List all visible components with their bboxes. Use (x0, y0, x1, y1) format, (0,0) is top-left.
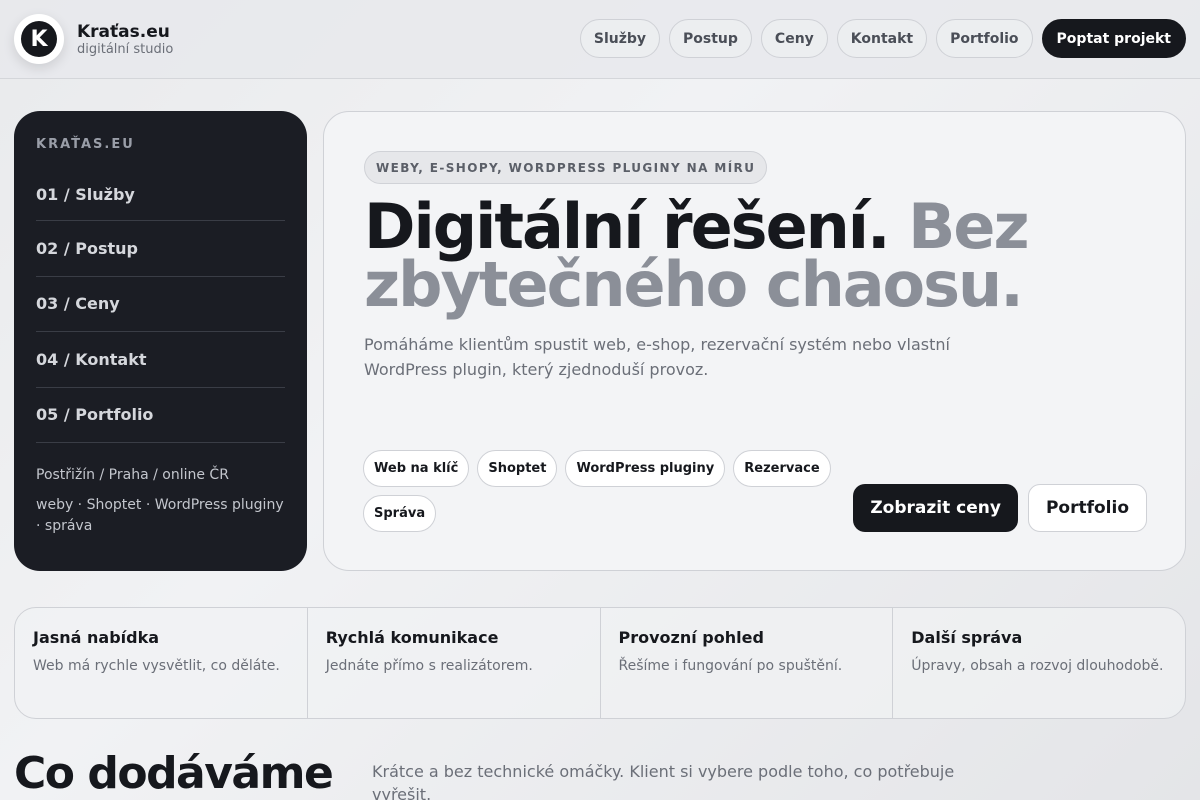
nav-ceny[interactable]: Ceny (760, 19, 828, 58)
zobrazit-ceny-button[interactable]: Zobrazit ceny (853, 484, 1018, 532)
nav-sluzby[interactable]: Služby (579, 19, 661, 58)
brand-tagline: digitální studio (77, 42, 174, 57)
main-nav: Služby Postup Ceny Kontakt Portfolio Pop… (579, 19, 1186, 58)
tag-rezervace[interactable]: Rezervace (733, 450, 831, 487)
feature-desc: Jednáte přímo s realizátorem. (325, 658, 533, 674)
hero-eyebrow: WEBY, E-SHOPY, WORDPRESS PLUGINY NA MÍRU (364, 151, 768, 184)
service-tags: Web na klíč Shoptet WordPress pluginy Re… (363, 450, 843, 532)
sidebar-item-ceny[interactable]: 03 / Ceny (36, 277, 285, 332)
feature-title: Provozní pohled (618, 628, 764, 647)
hero-actions: Zobrazit ceny Portfolio (853, 484, 1147, 532)
tag-wordpress-pluginy[interactable]: WordPress pluginy (565, 450, 726, 487)
nav-portfolio[interactable]: Portfolio (936, 19, 1033, 58)
section-title: Co dodáváme (14, 748, 334, 799)
sidebar-title: KRAŤAS.EU (36, 137, 135, 152)
nav-postup[interactable]: Postup (669, 19, 752, 58)
feature-card: Jasná nabídka Web má rychle vysvětlit, c… (15, 608, 308, 718)
sidebar-menu: 01 / Služby 02 / Postup 03 / Ceny 04 / K… (36, 175, 285, 443)
sidebar-location: Postřižín / Praha / online ČR (36, 467, 229, 483)
feature-desc: Úpravy, obsah a rozvoj dlouhodobě. (911, 658, 1164, 674)
nav-kontakt[interactable]: Kontakt (836, 19, 928, 58)
feature-card: Další správa Úpravy, obsah a rozvoj dlou… (893, 608, 1185, 718)
sidebar: KRAŤAS.EU 01 / Služby 02 / Postup 03 / C… (14, 111, 307, 571)
logo-mark: K (21, 21, 57, 57)
hero-card: WEBY, E-SHOPY, WORDPRESS PLUGINY NA MÍRU… (323, 111, 1186, 571)
logo[interactable]: K (14, 14, 64, 64)
tag-web-na-klic[interactable]: Web na klíč (363, 450, 470, 487)
brand[interactable]: Kraťas.eu digitální studio (77, 22, 173, 57)
site-header: K Kraťas.eu digitální studio Služby Post… (0, 0, 1200, 79)
sidebar-item-portfolio[interactable]: 05 / Portfolio (36, 388, 285, 443)
features-row: Jasná nabídka Web má rychle vysvětlit, c… (14, 607, 1186, 719)
feature-card: Provozní pohled Řešíme i fungování po sp… (601, 608, 894, 718)
brand-name: Kraťas.eu (77, 22, 170, 42)
feature-card: Rychlá komunikace Jednáte přímo s realiz… (308, 608, 601, 718)
feature-title: Jasná nabídka (33, 628, 160, 647)
sidebar-item-postup[interactable]: 02 / Postup (36, 221, 285, 277)
poptat-projekt-button[interactable]: Poptat projekt (1041, 19, 1186, 58)
feature-title: Další správa (911, 628, 1023, 647)
feature-desc: Web má rychle vysvětlit, co děláte. (33, 658, 280, 674)
hero-headline: Digitální řešení. Bez zbytečného chaosu. (364, 196, 1124, 316)
sidebar-item-kontakt[interactable]: 04 / Kontakt (36, 332, 285, 388)
section-lead: Krátce a bez technické omáčky. Klient si… (372, 762, 955, 800)
tag-sprava[interactable]: Správa (363, 495, 437, 532)
hero-lead: Pomáháme klientům spustit web, e-shop, r… (364, 335, 950, 379)
sidebar-item-sluzby[interactable]: 01 / Služby (36, 175, 285, 221)
feature-title: Rychlá komunikace (325, 628, 499, 647)
feature-desc: Řešíme i fungování po spuštění. (618, 658, 843, 674)
tag-shoptet[interactable]: Shoptet (477, 450, 558, 487)
portfolio-button[interactable]: Portfolio (1027, 484, 1147, 532)
sidebar-services: weby · Shoptet · WordPress pluginy · spr… (36, 497, 284, 534)
